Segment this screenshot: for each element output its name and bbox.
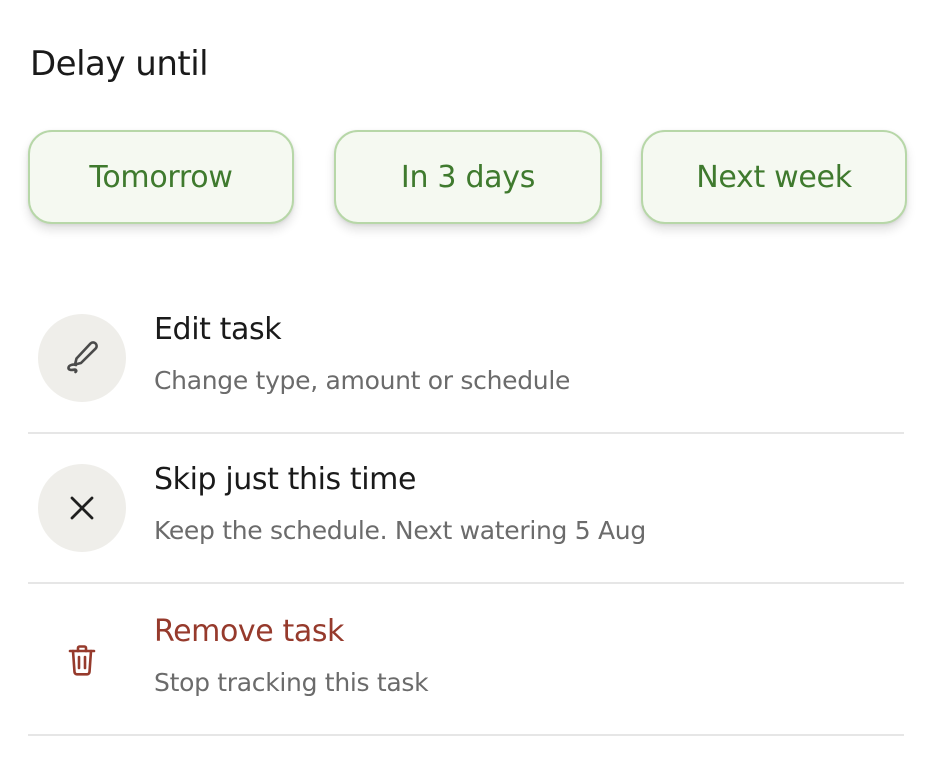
skip-icon-badge xyxy=(38,464,126,552)
edit-task-subtitle: Change type, amount or schedule xyxy=(154,366,571,395)
delay-options: Tomorrow In 3 days Next week xyxy=(28,130,908,226)
skip-once-title: Skip just this time xyxy=(154,462,417,497)
delay-tomorrow-button[interactable]: Tomorrow xyxy=(28,130,294,224)
remove-icon-badge xyxy=(38,616,126,704)
skip-once-subtitle: Keep the schedule. Next watering 5 Aug xyxy=(154,516,646,545)
edit-icon-badge xyxy=(38,314,126,402)
delay-next-week-button[interactable]: Next week xyxy=(641,130,907,224)
remove-task-title: Remove task xyxy=(154,614,345,649)
close-icon xyxy=(70,496,94,520)
edit-task-item[interactable]: Edit task Change type, amount or schedul… xyxy=(28,284,904,434)
pencil-icon xyxy=(67,341,98,374)
trash-icon xyxy=(68,645,96,676)
remove-task-item[interactable]: Remove task Stop tracking this task xyxy=(28,586,904,736)
delay-heading: Delay until xyxy=(30,44,209,84)
skip-once-item[interactable]: Skip just this time Keep the schedule. N… xyxy=(28,434,904,584)
delay-3-days-button[interactable]: In 3 days xyxy=(334,130,602,224)
edit-task-title: Edit task xyxy=(154,312,282,347)
remove-task-subtitle: Stop tracking this task xyxy=(154,668,429,697)
